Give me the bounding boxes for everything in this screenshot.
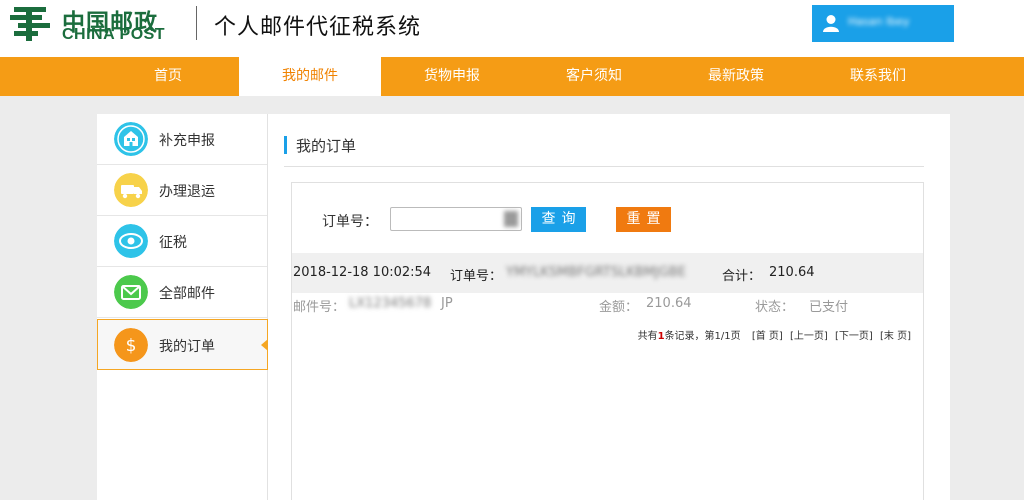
pagination: 共有1条记录，第1/1页 [首 页] [上一页] [下一页] [末 页] [638,327,911,342]
sidebar-item-return-shipment[interactable]: 办理退运 [97,165,267,216]
nav-goods-declaration[interactable]: 货物申报 [381,57,523,96]
sidebar-item-all-mail[interactable]: 全部邮件 [97,267,267,318]
order-number-input[interactable] [390,207,522,231]
building-icon [114,122,148,156]
sidebar-item-label: 全部邮件 [159,286,215,302]
page-title: 我的订单 [296,137,357,155]
user-icon [823,15,839,32]
svg-text:$: $ [126,336,137,356]
nav-customer-notice[interactable]: 客户须知 [523,57,665,96]
order-datetime: 2018-12-18 10:02:54 [293,265,432,280]
dollar-icon: $ [114,328,148,362]
query-button[interactable]: 查询 [531,207,586,232]
truck-icon [114,173,148,207]
sidebar-item-label: 补充申报 [159,133,215,149]
sidebar-item-supplement-declaration[interactable]: 补充申报 [97,114,267,165]
sidebar-item-label: 我的订单 [159,339,215,355]
pager-prev-link[interactable]: [上一页] [790,331,828,342]
mail-number-value: LX12345678 [349,296,432,311]
nav-my-mail[interactable]: 我的邮件 [239,57,381,96]
order-number-value: YMYLKSMBFGRTSLKBMJGBE [506,265,686,280]
sidebar-item-label: 办理退运 [159,184,215,200]
nav-latest-policy[interactable]: 最新政策 [665,57,807,96]
active-indicator-arrow [261,339,268,351]
nav-contact-us[interactable]: 联系我们 [807,57,949,96]
total-label: 合计： [722,269,762,284]
main-nav: 首页 我的邮件 货物申报 客户须知 最新政策 联系我们 [0,57,1024,96]
logo-english-text: CHINA POST [62,26,166,43]
envelope-icon [114,275,148,309]
pager-next-link[interactable]: [下一页] [835,331,873,342]
header-divider [196,6,197,40]
status-label: 状态： [755,300,795,315]
eye-icon [114,224,148,258]
input-autofill-icon [504,211,518,227]
pager-last-link[interactable]: [末 页] [880,331,911,342]
order-number-label-text: 订单号： [450,269,503,284]
mail-number-suffix: JP [441,296,453,311]
order-summary-row: 2018-12-18 10:02:54 订单号： YMYLKSMBFGRTSLK… [292,253,923,293]
total-value: 210.64 [769,265,815,280]
sidebar-item-my-orders[interactable]: $ 我的订单 [97,319,268,370]
header: 中国邮政 CHINA POST 个人邮件代征税系统 Hasan Ibey [0,0,1024,57]
status-value: 已支付 [809,300,849,315]
title-divider [284,166,924,167]
amount-value: 210.64 [646,296,692,311]
user-account-button[interactable]: Hasan Ibey [812,5,954,42]
nav-home[interactable]: 首页 [97,57,239,96]
amount-label: 金额： [599,300,639,315]
pager-suffix: 条记录，第1/1页 [664,331,741,342]
order-number-label: 订单号： [322,214,378,230]
sidebar-item-taxation[interactable]: 征税 [97,216,267,267]
orders-panel: 订单号： 查询 重置 2018-12-18 10:02:54 订单号： YMYL… [291,182,924,500]
user-name: Hasan Ibey [848,15,910,28]
pager-first-link[interactable]: [首 页] [752,331,783,342]
pager-record-count: 1 [657,331,665,342]
reset-button[interactable]: 重置 [616,207,671,232]
mail-number-label: 邮件号： [293,300,346,315]
china-post-logo-icon [10,7,50,41]
main-content: 我的订单 订单号： 查询 重置 2018-12-18 10:02:54 订单号：… [268,114,950,500]
title-accent-bar [284,136,287,154]
system-title: 个人邮件代征税系统 [214,15,422,40]
pager-prefix: 共有 [637,331,658,342]
sidebar-item-label: 征税 [159,235,187,251]
sidebar: 补充申报 办理退运 征税 全部邮件 $ 我的订单 [97,114,268,500]
